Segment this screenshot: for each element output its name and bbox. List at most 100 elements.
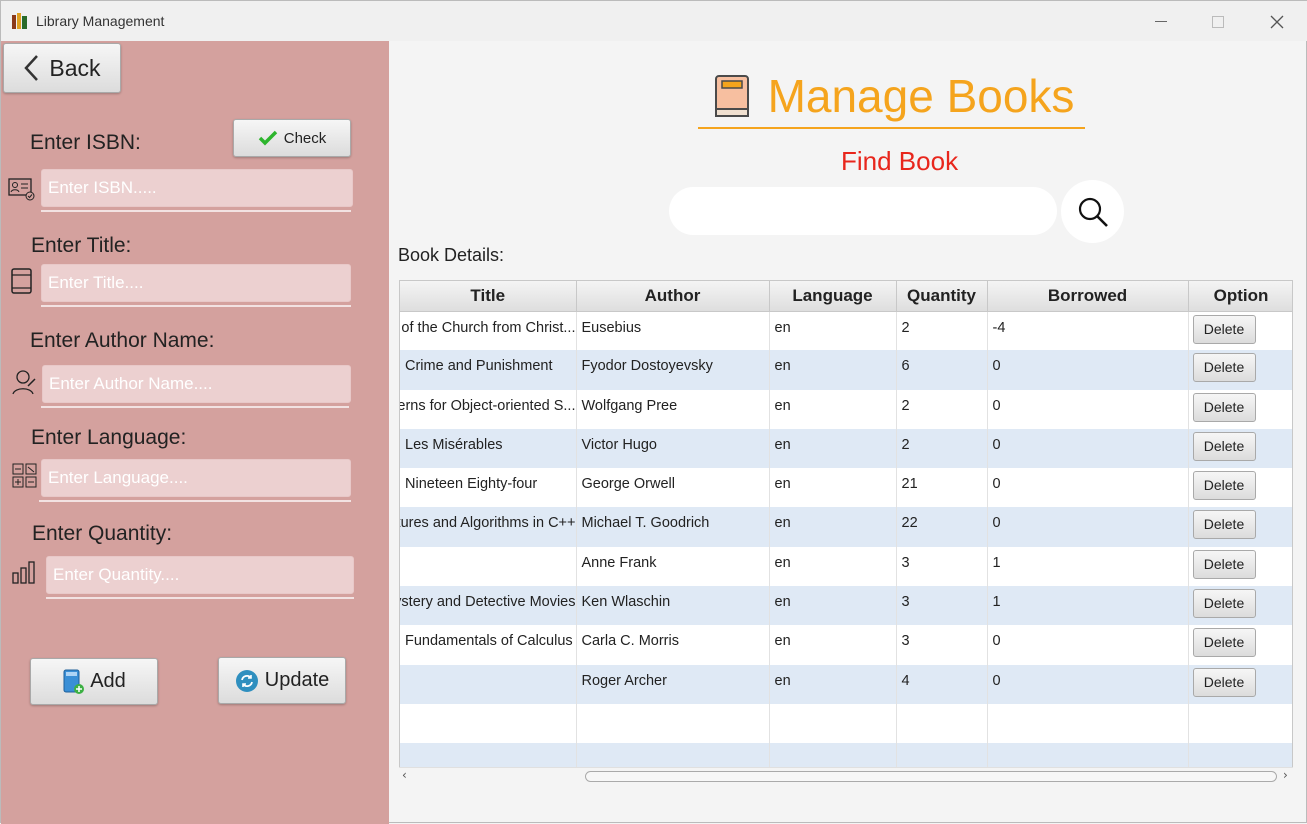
delete-button[interactable]: Delete <box>1192 589 1256 619</box>
cell-option: Delete <box>1188 468 1292 508</box>
author-writing-icon <box>12 370 36 395</box>
title-text: Design Patterns for Object-oriented S... <box>400 397 576 414</box>
column-header[interactable]: Author <box>576 281 770 312</box>
maximize-button[interactable] <box>1198 9 1238 35</box>
quantity-underline <box>46 597 354 599</box>
library-app-icon <box>12 13 27 29</box>
language-grid-icon <box>12 463 37 488</box>
language-underline <box>39 500 351 502</box>
back-button[interactable]: Back <box>3 43 121 93</box>
search-button[interactable] <box>1061 180 1124 243</box>
heading-underline <box>698 127 1085 129</box>
cell-quantity: 3 <box>896 546 988 587</box>
column-header[interactable]: Borrowed <box>987 281 1189 312</box>
cell-quantity: 22 <box>896 507 988 547</box>
delete-button[interactable]: Delete <box>1192 549 1256 579</box>
cell-option: Delete <box>1188 546 1292 587</box>
chevron-left-icon <box>24 55 39 81</box>
horizontal-scrollbar[interactable]: ‹ › <box>399 767 1293 784</box>
cell-borrowed: 1 <box>987 546 1189 587</box>
delete-button[interactable]: Delete <box>1192 471 1256 501</box>
table-row[interactable]: Anne Frank en 3 1 Delete <box>400 546 1292 587</box>
table-row[interactable]: Data Structures and Algorithms in C++Mic… <box>400 507 1292 547</box>
table-row[interactable]: Fundamentals of Calculus Carla C. Morris e… <box>400 625 1292 665</box>
cell-title: Crime and Punishment <box>400 350 577 390</box>
cell-option: Delete <box>1188 586 1292 626</box>
page-title: Manage Books <box>767 70 1075 122</box>
check-button-label: Check <box>283 129 327 147</box>
quantity-input[interactable] <box>46 556 354 594</box>
book-form-panel: Back Enter ISBN: Check Enter Title: Ente… <box>1 41 389 824</box>
table-row[interactable]: Mystery and Detective Movies Ken Wlaschin… <box>400 586 1292 626</box>
check-isbn-button[interactable]: Check <box>233 119 351 157</box>
cell-quantity: 4 <box>896 664 988 704</box>
isbn-underline <box>41 210 351 212</box>
title-text: Fundamentals of Calculus <box>405 633 573 650</box>
title-text: Ecclesiastical History of the Church fro… <box>400 319 576 336</box>
language-input[interactable] <box>41 459 351 497</box>
title-underline <box>41 305 351 307</box>
table-body: Ecclesiastical History of the Church fro… <box>400 311 1292 783</box>
cell-option: Delete <box>1188 389 1292 429</box>
cell-author: George Orwell <box>576 468 770 508</box>
table-row[interactable]: Design Patterns for Object-oriented S...… <box>400 389 1292 429</box>
cell-language: en <box>769 389 897 429</box>
title-text: Data Structures and Algorithms in C++ <box>400 515 576 532</box>
author-input[interactable] <box>42 365 351 403</box>
empty-row <box>400 703 1292 744</box>
cell-author: Wolfgang Pree <box>576 389 770 429</box>
cell-option: Delete <box>1188 664 1292 704</box>
add-book-icon <box>63 669 85 694</box>
cell-author: Fyodor Dostoyevsky <box>576 350 770 390</box>
column-header[interactable]: Language <box>769 281 897 312</box>
column-header[interactable]: Title <box>400 281 577 312</box>
update-book-button[interactable]: Update <box>218 657 346 704</box>
title-bar: Library Management <box>1 1 1307 41</box>
add-book-button[interactable]: Add <box>30 658 158 705</box>
book-details-label: Book Details: <box>398 245 505 265</box>
cell-borrowed: 0 <box>987 664 1189 704</box>
cell-title: Fundamentals of Calculus <box>400 625 577 665</box>
book-icon <box>11 268 32 294</box>
column-header[interactable]: Option <box>1188 281 1292 312</box>
cell-borrowed: 1 <box>987 586 1189 626</box>
table-row[interactable]: Les Misérables Victor Hugo en 2 0 Delete <box>400 428 1292 469</box>
bar-chart-icon <box>12 561 35 584</box>
column-header[interactable]: Quantity <box>896 281 988 312</box>
cell-language: en <box>769 311 897 351</box>
scroll-left-icon[interactable]: ‹ <box>402 768 407 782</box>
scroll-right-icon[interactable]: › <box>1283 768 1288 782</box>
delete-button[interactable]: Delete <box>1192 392 1256 422</box>
delete-button[interactable]: Delete <box>1192 667 1256 697</box>
cell-borrowed: 0 <box>987 389 1189 429</box>
add-button-label: Add <box>90 670 126 692</box>
app-window: Library Management Back Enter ISBN: Chec… <box>0 0 1307 824</box>
delete-button[interactable]: Delete <box>1192 353 1256 383</box>
table-row[interactable]: Ecclesiastical History of the Church fro… <box>400 311 1292 351</box>
empty-cell <box>896 703 988 744</box>
delete-button[interactable]: Delete <box>1192 431 1256 461</box>
cell-title <box>400 546 577 587</box>
empty-cell <box>769 703 897 744</box>
search-input[interactable] <box>669 187 1057 235</box>
table-row[interactable]: Nineteen Eighty-four George Orwell en 21 0 De… <box>400 468 1292 508</box>
book-heading-icon <box>714 75 749 117</box>
title-input[interactable] <box>41 264 351 302</box>
delete-button[interactable]: Delete <box>1192 628 1256 658</box>
scrollbar-thumb[interactable] <box>585 771 1277 782</box>
cell-language: en <box>769 546 897 587</box>
cell-author: Roger Archer <box>576 664 770 704</box>
find-book-label: Find Book <box>841 146 959 176</box>
table-row[interactable]: Crime and Punishment Fyodor Dostoyevsky en… <box>400 350 1292 390</box>
isbn-input[interactable] <box>41 169 353 207</box>
delete-button[interactable]: Delete <box>1192 314 1256 344</box>
cell-quantity: 2 <box>896 311 988 351</box>
delete-button[interactable]: Delete <box>1192 510 1256 540</box>
cell-option: Delete <box>1188 350 1292 390</box>
id-card-icon <box>8 178 35 201</box>
cell-borrowed: 0 <box>987 350 1189 390</box>
table-row[interactable]: Roger Archer en 4 0 Delete <box>400 664 1292 704</box>
minimize-button[interactable] <box>1141 9 1181 35</box>
close-button[interactable] <box>1257 9 1297 35</box>
author-label: Enter Author Name: <box>30 329 215 352</box>
